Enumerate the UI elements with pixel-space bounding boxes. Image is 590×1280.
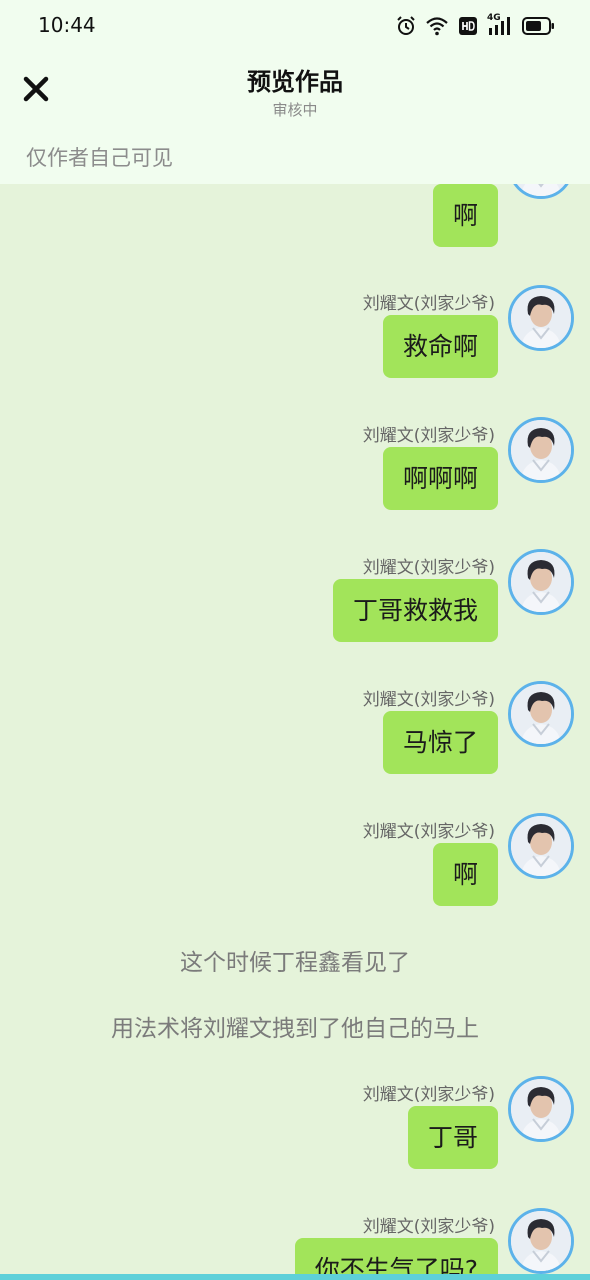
sender-name: 刘耀文(刘家少爷)	[362, 426, 495, 446]
sender-name: 刘耀文(刘家少爷)	[362, 690, 495, 710]
cellular-signal-icon: 4G	[487, 13, 513, 37]
wifi-icon	[426, 17, 448, 36]
alarm-icon	[397, 16, 415, 35]
preview-header: 预览作品 审核中 仅作者自己可见	[0, 52, 590, 184]
message-bubble[interactable]: 啊	[432, 843, 498, 906]
avatar[interactable]	[508, 813, 574, 879]
avatar[interactable]	[508, 549, 574, 615]
sender-name: 刘耀文(刘家少爷)	[362, 822, 495, 842]
status-time: 10:44	[38, 13, 96, 37]
message-bubble[interactable]: 马惊了	[382, 711, 498, 774]
avatar[interactable]	[508, 184, 574, 199]
narration-text: 用法术将刘耀文拽到了他自己的马上	[111, 1016, 479, 1042]
bottom-strip	[0, 1274, 590, 1280]
avatar[interactable]	[508, 1208, 574, 1274]
avatar[interactable]	[508, 681, 574, 747]
narration-text: 这个时候丁程鑫看见了	[180, 950, 410, 976]
message-bubble[interactable]: 丁哥	[407, 1106, 498, 1169]
sender-name: 刘耀文(刘家少爷)	[362, 1217, 495, 1237]
status-icons: 4G	[396, 13, 554, 39]
message-bubble[interactable]: 啊啊啊	[382, 447, 498, 510]
sender-name: 刘耀文(刘家少爷)	[362, 558, 495, 578]
message-bubble[interactable]: 你不生气了吗?	[294, 1238, 498, 1274]
visibility-note: 仅作者自己可见	[26, 146, 173, 170]
message-bubble[interactable]: 丁哥救救我	[332, 579, 498, 642]
message-bubble[interactable]: 救命啊	[382, 315, 498, 378]
avatar[interactable]	[508, 285, 574, 351]
sender-name: 刘耀文(刘家少爷)	[362, 1085, 495, 1105]
status-bar: 10:44 4G	[0, 0, 590, 52]
battery-icon	[522, 17, 554, 35]
hd-icon	[459, 17, 477, 35]
review-status: 审核中	[272, 101, 318, 119]
chat-area[interactable]: 啊 刘耀文(刘家少爷) 救命啊 刘耀文(刘家少爷) 啊啊啊 刘耀文(刘家少爷) …	[0, 184, 590, 1274]
page-title: 预览作品	[247, 68, 343, 96]
sender-name: 刘耀文(刘家少爷)	[362, 294, 495, 314]
avatar[interactable]	[508, 1076, 574, 1142]
message-bubble[interactable]: 啊	[432, 184, 498, 247]
avatar[interactable]	[508, 417, 574, 483]
